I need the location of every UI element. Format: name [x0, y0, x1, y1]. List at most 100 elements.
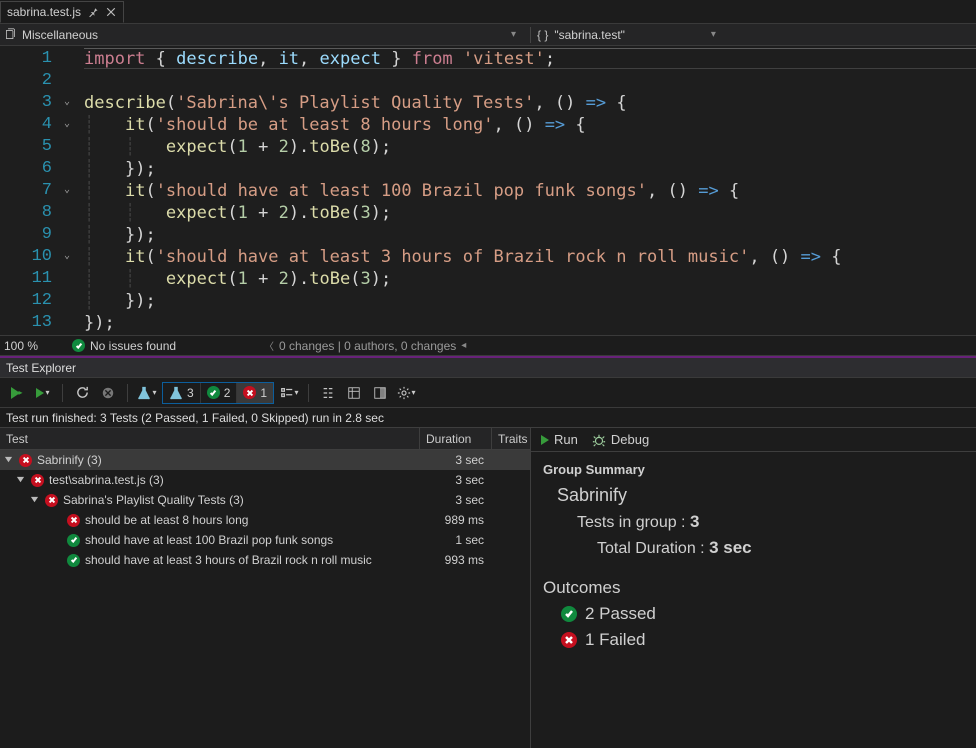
fold-gutter: ⌄ ⌄ ⌄ ⌄ — [60, 46, 84, 335]
group-by-button[interactable] — [317, 382, 339, 404]
expander-icon[interactable] — [28, 496, 40, 505]
fail-icon — [243, 386, 256, 399]
view-options-button[interactable]: ▾ — [278, 382, 300, 404]
column-header-traits[interactable]: Traits — [492, 428, 530, 449]
test-duration: 989 ms — [420, 513, 492, 527]
pass-icon — [207, 386, 220, 399]
pass-icon — [67, 554, 80, 567]
check-icon — [72, 339, 85, 352]
error-indicator[interactable]: No issues found — [72, 339, 252, 353]
column-header-duration[interactable]: Duration — [420, 428, 492, 449]
fold-chevron-icon[interactable]: ⌄ — [64, 180, 70, 202]
test-row[interactable]: should have at least 3 hours of Brazil r… — [0, 550, 530, 570]
editor-tab[interactable]: sabrina.test.js — [0, 1, 124, 23]
filter-failed[interactable]: 1 — [237, 383, 273, 403]
close-icon[interactable] — [105, 6, 117, 18]
cancel-run-button[interactable] — [97, 382, 119, 404]
test-explorer-body: Test Duration Traits Sabrinify (3)3 sect… — [0, 428, 976, 748]
test-detail-panel: Run Debug Group Summary Sabrinify Tests … — [531, 428, 976, 748]
chevron-down-icon: ▾ — [711, 29, 716, 40]
document-tab-bar: sabrina.test.js — [0, 0, 976, 24]
test-tree-headers: Test Duration Traits — [0, 428, 530, 450]
show-test-playlist-button[interactable]: ▾ — [136, 382, 158, 404]
fail-icon — [45, 494, 58, 507]
chevron-right-icon: ◂ — [461, 340, 466, 351]
test-duration: 3 sec — [420, 453, 492, 467]
tab-filename: sabrina.test.js — [7, 5, 81, 19]
outcomes-heading: Outcomes — [543, 578, 964, 598]
bug-icon — [592, 433, 606, 447]
test-duration: 1 sec — [420, 533, 492, 547]
test-label: should have at least 100 Brazil pop funk… — [85, 533, 333, 547]
test-duration: 993 ms — [420, 553, 492, 567]
test-duration: 3 sec — [420, 493, 492, 507]
zoom-level[interactable]: 100 % — [4, 339, 60, 353]
fail-icon — [19, 454, 32, 467]
column-header-test[interactable]: Test — [0, 428, 420, 449]
separator — [530, 27, 531, 43]
outcome-passed[interactable]: 2 Passed — [561, 604, 964, 624]
expander-icon[interactable] — [14, 476, 26, 485]
member-scope-label: "sabrina.test" — [554, 28, 625, 42]
test-tree-rows: Sabrinify (3)3 sectest\sabrina.test.js (… — [0, 450, 530, 748]
filter-passed[interactable]: 2 — [201, 383, 238, 403]
layout-button[interactable] — [369, 382, 391, 404]
chevron-left-icon: 〈 — [264, 338, 274, 353]
total-duration: Total Duration : 3 sec — [597, 538, 964, 558]
pass-icon — [561, 606, 577, 622]
line-number-gutter: 12345678910111213 — [0, 46, 60, 335]
editor-status-bar: 100 % No issues found 〈 0 changes | 0 au… — [0, 336, 976, 356]
chevron-down-icon: ▾ — [511, 29, 524, 40]
member-scope-dropdown[interactable]: { } "sabrina.test" ▾ — [537, 28, 716, 42]
changes-label: 0 changes | 0 authors, 0 changes — [279, 339, 456, 353]
code-editor[interactable]: 12345678910111213 ⌄ ⌄ ⌄ ⌄ import { descr… — [0, 46, 976, 336]
columns-button[interactable] — [343, 382, 365, 404]
test-tree-panel: Test Duration Traits Sabrinify (3)3 sect… — [0, 428, 531, 748]
test-row[interactable]: should be at least 8 hours long 989 ms — [0, 510, 530, 530]
detail-debug-button[interactable]: Debug — [592, 432, 649, 447]
filter-total-count: 3 — [187, 386, 194, 400]
tests-in-group: Tests in group : 3 — [577, 512, 964, 532]
pass-icon — [67, 534, 80, 547]
test-explorer-toolbar: ▸ ▾ ▾ 3 2 1 ▾ ▾ — [0, 378, 976, 408]
test-explorer-title: Test Explorer — [0, 358, 976, 378]
run-button[interactable]: ▾ — [32, 382, 54, 404]
expander-icon[interactable] — [2, 456, 14, 465]
test-row[interactable]: test\sabrina.test.js (3) 3 sec — [0, 470, 530, 490]
braces-icon: { } — [537, 28, 548, 42]
run-all-button[interactable]: ▸ — [6, 382, 28, 404]
test-label: Sabrina's Playlist Quality Tests (3) — [63, 493, 244, 507]
flask-icon — [169, 386, 183, 400]
navigation-bar: Miscellaneous ▾ { } "sabrina.test" ▾ — [0, 24, 976, 46]
test-label: should have at least 3 hours of Brazil r… — [85, 553, 372, 567]
fail-icon — [561, 632, 577, 648]
test-label: Sabrinify (3) — [37, 453, 102, 467]
fold-chevron-icon[interactable]: ⌄ — [64, 92, 70, 114]
test-label: should be at least 8 hours long — [85, 513, 248, 527]
filter-total[interactable]: 3 — [163, 383, 201, 403]
filter-failed-count: 1 — [260, 386, 267, 400]
filter-passed-count: 2 — [224, 386, 231, 400]
detail-run-button[interactable]: Run — [541, 432, 578, 447]
project-scope-dropdown[interactable]: Miscellaneous ▾ — [4, 28, 524, 42]
pin-icon[interactable] — [87, 6, 99, 18]
outcome-failed[interactable]: 1 Failed — [561, 630, 964, 650]
fold-chevron-icon[interactable]: ⌄ — [64, 246, 70, 268]
files-icon — [4, 28, 17, 41]
fold-chevron-icon[interactable]: ⌄ — [64, 114, 70, 136]
code-content[interactable]: import { describe, it, expect } from 'vi… — [84, 46, 976, 335]
test-row[interactable]: should have at least 100 Brazil pop funk… — [0, 530, 530, 550]
repeat-last-run-button[interactable] — [71, 382, 93, 404]
test-row[interactable]: Sabrina's Playlist Quality Tests (3) 3 se… — [0, 490, 530, 510]
group-summary-heading: Group Summary — [543, 462, 964, 477]
fail-icon — [31, 474, 44, 487]
test-row[interactable]: Sabrinify (3) 3 sec — [0, 450, 530, 470]
test-run-status: Test run finished: 3 Tests (2 Passed, 1 … — [0, 408, 976, 428]
test-label: test\sabrina.test.js (3) — [49, 473, 164, 487]
play-icon — [541, 435, 549, 445]
issues-label: No issues found — [90, 339, 176, 353]
settings-button[interactable]: ▾ — [395, 382, 417, 404]
project-scope-label: Miscellaneous — [22, 28, 98, 42]
codelens-changes[interactable]: 〈 0 changes | 0 authors, 0 changes ◂ — [264, 338, 466, 353]
test-duration: 3 sec — [420, 473, 492, 487]
